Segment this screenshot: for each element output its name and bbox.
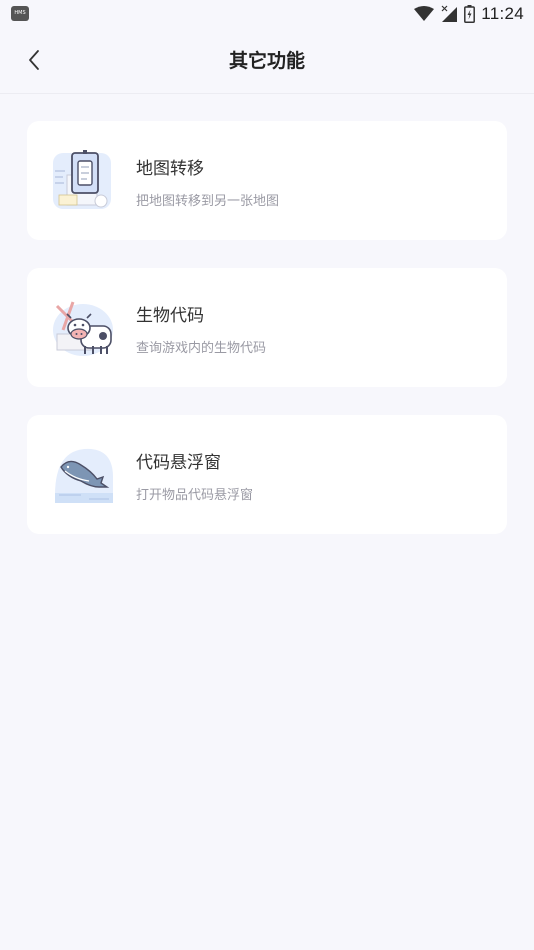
feature-description: 把地图转移到另一张地图 [136, 194, 280, 209]
status-bar: HMS 11:24 [0, 0, 534, 28]
feature-card-code-floating-window[interactable]: 代码悬浮窗 打开物品代码悬浮窗 [27, 415, 507, 534]
header: 其它功能 [0, 28, 534, 94]
cow-illustration [51, 296, 115, 360]
feature-card-creature-code[interactable]: 生物代码 查询游戏内的生物代码 [27, 268, 507, 387]
notification-app-icon: HMS [11, 6, 29, 21]
map-transfer-illustration [51, 149, 115, 213]
page-title: 其它功能 [228, 50, 305, 72]
feature-title: 代码悬浮窗 [136, 453, 221, 473]
whale-illustration [51, 443, 115, 507]
cell-signal-icon [441, 5, 458, 22]
wifi-icon [414, 6, 435, 21]
status-time: 11:24 [481, 4, 524, 23]
feature-description: 查询游戏内的生物代码 [136, 341, 267, 356]
feature-title: 生物代码 [136, 306, 204, 326]
battery-icon [464, 5, 476, 23]
status-icons: 11:24 [414, 3, 524, 25]
feature-description: 打开物品代码悬浮窗 [136, 488, 254, 503]
feature-card-map-transfer[interactable]: 地图转移 把地图转移到另一张地图 [27, 121, 507, 240]
feature-title: 地图转移 [136, 159, 204, 179]
